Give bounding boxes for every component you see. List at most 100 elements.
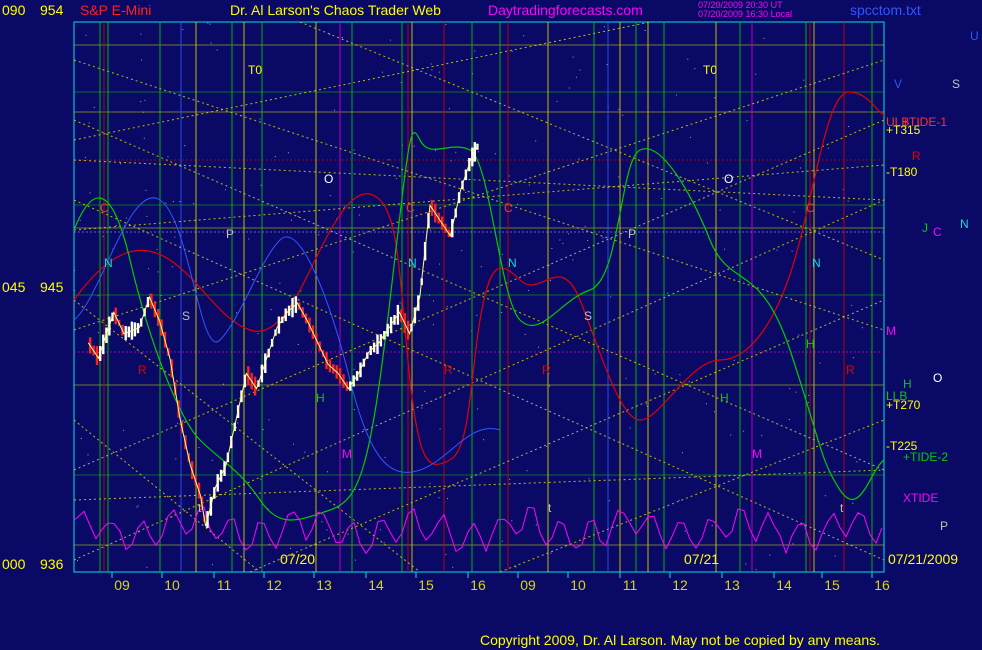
- star-dot: [856, 461, 858, 463]
- star-dot: [287, 152, 289, 154]
- star-dot: [270, 309, 272, 311]
- star-dot: [645, 403, 647, 405]
- star-dot: [824, 495, 826, 497]
- star-dot: [538, 346, 539, 348]
- star-dot: [140, 101, 142, 103]
- symbol-title: S&P E-Mini: [80, 2, 152, 18]
- x-hour-label: 10: [570, 577, 586, 593]
- star-dot: [259, 118, 261, 120]
- star-dot: [144, 99, 146, 101]
- x-hour-label: 14: [368, 577, 384, 593]
- star-dot: [445, 553, 447, 555]
- star-dot: [526, 470, 528, 472]
- star-dot: [448, 108, 450, 110]
- star-dot: [687, 58, 689, 60]
- star-dot: [501, 540, 503, 542]
- star-dot: [476, 314, 478, 316]
- star-dot: [193, 203, 195, 204]
- star-dot: [572, 56, 574, 58]
- chart-marker-label: R: [846, 363, 855, 377]
- star-dot: [433, 300, 434, 302]
- star-dot: [447, 498, 448, 500]
- star-dot: [550, 552, 552, 554]
- star-dot: [588, 478, 590, 480]
- chart-marker-label: C: [806, 201, 815, 215]
- star-dot: [399, 302, 401, 304]
- star-dot: [827, 147, 829, 149]
- right-marker-label: J: [922, 221, 928, 235]
- chart-marker-label: C: [504, 201, 513, 215]
- star-dot: [602, 237, 604, 239]
- star-dot: [834, 555, 836, 557]
- y-bottom-code: 000: [2, 556, 26, 572]
- x-hour-label: 16: [874, 577, 890, 593]
- star-dot: [606, 64, 608, 66]
- x-hour-label: 16: [470, 577, 486, 593]
- star-dot: [353, 149, 355, 151]
- star-dot: [501, 312, 503, 313]
- chaos-chart: 09 10 11 12 13 14 15 16 09 10 11 12 13 14 15 16 T0 T0 O O P P…: [73, 21, 979, 593]
- star-dot: [79, 219, 81, 221]
- right-marker-label: V: [894, 77, 902, 91]
- star-dot: [212, 564, 213, 566]
- star-dot: [380, 529, 381, 531]
- y-top-code: 090: [2, 2, 26, 18]
- star-dot: [730, 434, 732, 436]
- chart-marker-label: C: [406, 201, 415, 215]
- star-dot: [438, 497, 440, 499]
- right-marker-label: U: [970, 29, 979, 43]
- star-dot: [439, 263, 441, 265]
- star-dot: [435, 149, 436, 151]
- star-dot: [207, 22, 209, 24]
- star-dot: [572, 259, 574, 261]
- chart-marker-label: t: [548, 501, 552, 515]
- x-hour-label: 12: [672, 577, 688, 593]
- star-dot: [562, 243, 564, 244]
- star-dot: [321, 521, 323, 523]
- star-dot: [87, 454, 89, 456]
- star-dot: [769, 554, 771, 556]
- star-dot: [97, 295, 99, 297]
- right-marker-label: XTIDE: [903, 491, 938, 505]
- star-dot: [546, 446, 548, 447]
- star-dot: [354, 559, 356, 561]
- y-bottom-price: 936: [40, 556, 64, 572]
- star-dot: [679, 374, 681, 376]
- star-dot: [714, 97, 716, 99]
- right-marker-label: P: [940, 519, 948, 533]
- star-dot: [584, 225, 586, 227]
- star-dot: [465, 191, 467, 193]
- star-dot: [157, 271, 159, 273]
- chart-marker-label: O: [724, 172, 733, 186]
- chart-marker-label: H: [316, 391, 325, 405]
- star-dot: [304, 451, 306, 453]
- right-marker-label: O: [933, 371, 942, 385]
- star-dot: [535, 524, 537, 526]
- star-dot: [789, 388, 791, 390]
- star-dot: [517, 203, 519, 205]
- star-dot: [80, 438, 82, 439]
- star-dot: [262, 429, 264, 430]
- star-dot: [622, 114, 624, 116]
- star-dot: [396, 178, 398, 180]
- x-hour-label: 11: [623, 577, 638, 593]
- star-dot: [667, 292, 669, 294]
- star-dot: [675, 94, 677, 96]
- star-dot: [297, 216, 299, 217]
- star-dot: [793, 211, 795, 213]
- chart-marker-label: H: [720, 391, 729, 405]
- star-dot: [179, 201, 181, 202]
- star-dot: [102, 235, 104, 237]
- x-hour-label: 10: [164, 577, 180, 593]
- star-dot: [97, 332, 99, 334]
- star-dot: [341, 37, 343, 39]
- star-dot: [524, 333, 526, 335]
- star-dot: [688, 381, 690, 383]
- star-dot: [684, 530, 686, 532]
- star-dot: [77, 560, 78, 562]
- chart-marker-label: N: [812, 256, 821, 270]
- chart-marker-label: P: [226, 227, 234, 241]
- star-dot: [618, 108, 620, 110]
- star-dot: [137, 505, 139, 507]
- chart-marker-label: M: [342, 447, 352, 461]
